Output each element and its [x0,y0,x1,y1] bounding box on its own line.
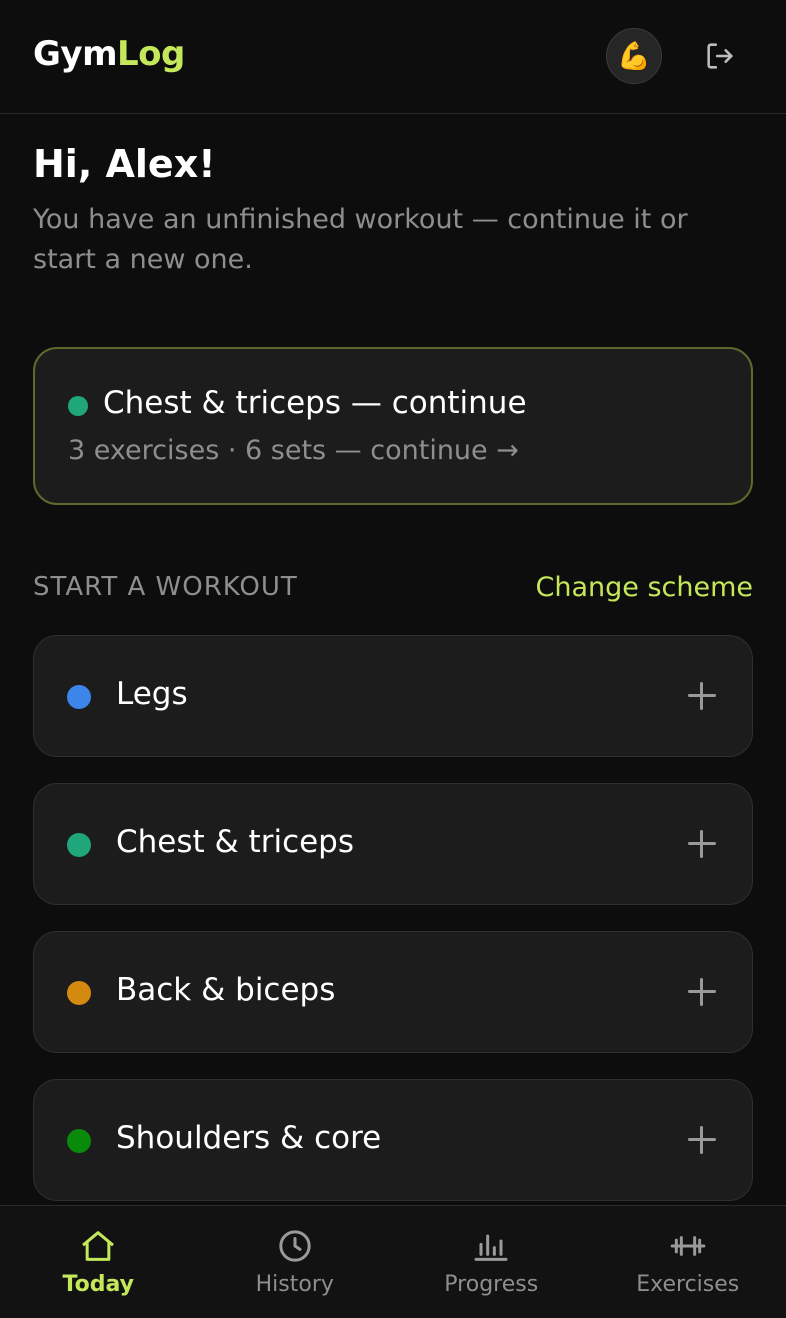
workout-item-chest-triceps[interactable]: Chest & triceps [33,783,753,905]
workout-color-dot [67,833,91,857]
app-logo[interactable]: GymLog [33,34,185,74]
workout-color-dot [67,685,91,709]
workout-item-legs[interactable]: Legs [33,635,753,757]
workout-color-dot [68,396,88,416]
nav-label: Exercises [636,1272,740,1297]
nav-item-exercises[interactable]: Exercises [590,1206,786,1318]
workout-name: Shoulders & core [116,1120,382,1156]
logout-button[interactable] [700,36,740,76]
plus-icon[interactable] [686,680,718,712]
workout-name: Legs [116,676,188,712]
bottom-nav: Today History Progress Exercises [0,1205,786,1318]
nav-item-progress[interactable]: Progress [393,1206,590,1318]
nav-label: Today [62,1272,134,1297]
app-header: GymLog 💪 [0,0,786,114]
nav-item-today[interactable]: Today [0,1206,197,1318]
logout-icon [707,43,733,69]
page-title: Hi, Alex! [33,142,216,186]
nav-label: Progress [444,1272,539,1297]
bar-chart-icon [474,1234,508,1261]
plus-icon[interactable] [686,976,718,1008]
avatar[interactable]: 💪 [606,28,662,84]
change-scheme-link[interactable]: Change scheme [535,572,753,603]
flexed-biceps-icon: 💪 [617,41,651,72]
section-label: START A WORKOUT [33,572,298,602]
nav-item-history[interactable]: History [197,1206,394,1318]
workout-name: Back & biceps [116,972,336,1008]
nav-label: History [255,1272,334,1297]
continue-workout-meta: 3 exercises · 6 sets — continue → [68,435,519,466]
continue-workout-title: Chest & triceps — continue [103,385,527,421]
page-subtitle: You have an unfinished workout — continu… [33,204,688,275]
clock-icon [279,1230,311,1262]
home-icon [82,1231,115,1261]
workout-item-shoulders-core[interactable]: Shoulders & core [33,1079,753,1201]
plus-icon[interactable] [686,828,718,860]
workout-item-back-biceps[interactable]: Back & biceps [33,931,753,1053]
workout-color-dot [67,981,91,1005]
dumbbell-icon [670,1236,706,1256]
plus-icon[interactable] [686,1124,718,1156]
continue-workout-card[interactable]: Chest & triceps — continue 3 exercises ·… [33,347,753,505]
workout-color-dot [67,1129,91,1153]
logo-text-log: Log [117,34,185,74]
logo-text-gym: Gym [33,34,118,74]
workout-name: Chest & triceps [116,824,355,860]
